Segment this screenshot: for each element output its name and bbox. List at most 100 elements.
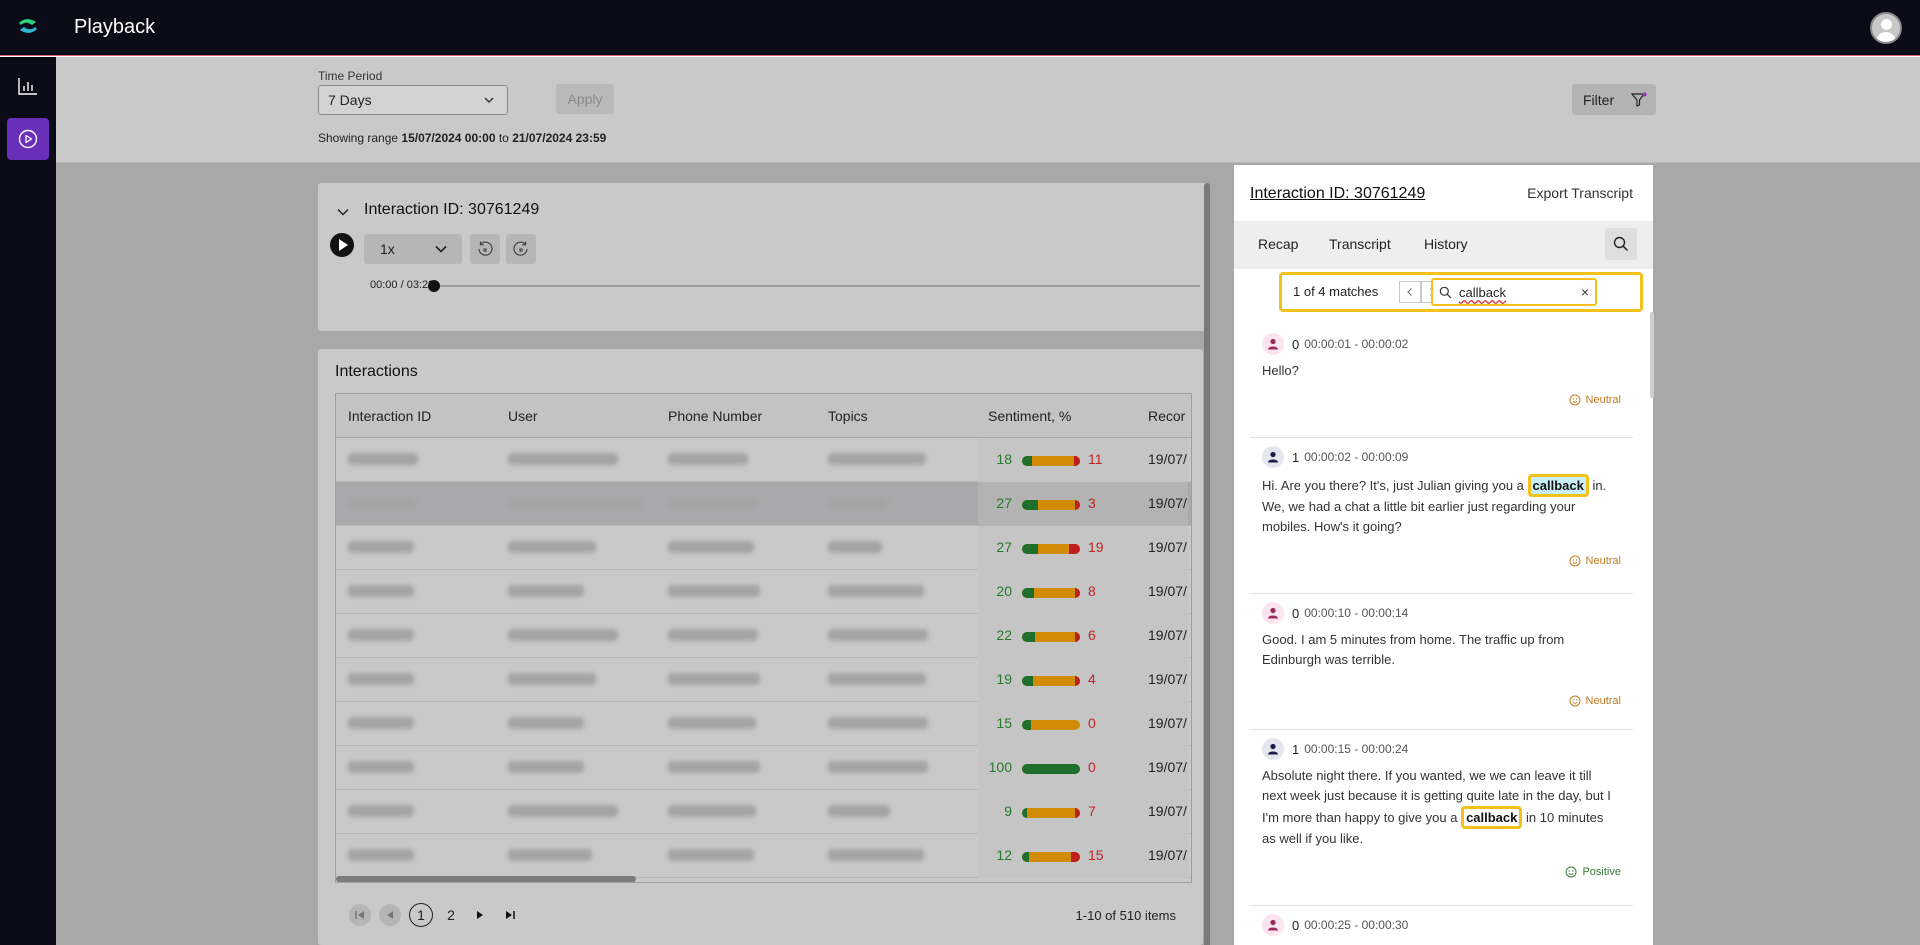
- sentiment-label: Positive: [1582, 866, 1621, 878]
- tab-history[interactable]: History: [1424, 236, 1468, 252]
- phone-number-cell: [668, 541, 754, 553]
- negative-sentiment-value: 0: [1088, 759, 1096, 775]
- topics-cell: [828, 541, 882, 553]
- turn-header: 0 00:00:10 - 00:00:14: [1262, 602, 1408, 624]
- sentiment-bar: [1022, 632, 1080, 642]
- apply-button[interactable]: Apply: [556, 84, 614, 114]
- progress-thumb[interactable]: [428, 280, 440, 292]
- table-row[interactable]: 12 15 19/07/: [336, 834, 1191, 878]
- table-row[interactable]: 19 4 19/07/: [336, 658, 1191, 702]
- clear-search-icon[interactable]: ×: [1581, 284, 1589, 300]
- prev-page-button[interactable]: [379, 904, 401, 926]
- phone-number-cell: [668, 717, 756, 729]
- col-sentiment[interactable]: Sentiment, %: [988, 408, 1071, 424]
- turn-header: 0 00:00:25 - 00:00:30: [1262, 914, 1408, 936]
- table-row[interactable]: 20 8 19/07/: [336, 570, 1191, 614]
- col-user[interactable]: User: [508, 408, 538, 424]
- negative-sentiment-value: 6: [1088, 627, 1096, 643]
- col-topics[interactable]: Topics: [828, 408, 868, 424]
- phone-number-cell: [668, 673, 760, 685]
- chevron-down-icon: [435, 245, 447, 253]
- play-button[interactable]: [330, 233, 354, 257]
- phone-number-cell: [668, 497, 758, 509]
- phone-number-cell: [668, 585, 760, 597]
- transcript-scrollbar[interactable]: [1650, 312, 1654, 398]
- panel-tabs: Recap Transcript History: [1234, 221, 1653, 269]
- first-page-button[interactable]: [349, 904, 371, 926]
- transcript-search-button[interactable]: [1605, 228, 1637, 260]
- table-horizontal-scrollbar[interactable]: [336, 876, 636, 882]
- interactions-title: Interactions: [335, 363, 418, 380]
- next-page-button[interactable]: [469, 904, 491, 926]
- interaction-id-cell: [348, 805, 414, 817]
- last-page-icon: [506, 911, 515, 919]
- topics-cell: [828, 453, 926, 465]
- negative-sentiment-value: 15: [1088, 847, 1104, 863]
- prev-match-button[interactable]: [1399, 281, 1421, 303]
- user-cell: [508, 453, 618, 465]
- progress-track[interactable]: [432, 285, 1200, 287]
- negative-sentiment-value: 11: [1088, 451, 1103, 467]
- positive-sentiment-value: 27: [996, 495, 1012, 511]
- export-transcript-button[interactable]: Export Transcript: [1527, 185, 1633, 201]
- filter-button[interactable]: Filter: [1572, 84, 1656, 115]
- turn-header: 1 00:00:15 - 00:00:24: [1262, 738, 1408, 760]
- positive-bar-segment: [1022, 632, 1035, 642]
- table-row[interactable]: 100 0 19/07/: [336, 746, 1191, 790]
- page-2-button[interactable]: 2: [439, 903, 463, 927]
- forward-button[interactable]: [506, 234, 536, 264]
- tab-recap[interactable]: Recap: [1258, 236, 1298, 252]
- turn-sentiment: Neutral: [1569, 394, 1621, 406]
- search-match-highlight[interactable]: callback: [1461, 806, 1523, 829]
- top-bar: Playback: [0, 0, 1920, 56]
- positive-bar-segment: [1022, 544, 1038, 554]
- turn-timestamp[interactable]: 00:00:10 - 00:00:14: [1304, 606, 1408, 620]
- user-cell: [508, 629, 618, 641]
- tab-transcript[interactable]: Transcript: [1329, 236, 1391, 252]
- range-end: 21/07/2024 23:59: [512, 131, 607, 145]
- sentiment-label: Neutral: [1585, 394, 1621, 406]
- speed-select[interactable]: 1x: [364, 234, 462, 264]
- time-period-select[interactable]: 7 Days: [318, 85, 508, 115]
- positive-sentiment-value: 100: [988, 759, 1012, 775]
- table-row[interactable]: 18 11 19/07/: [336, 438, 1191, 482]
- transcript-panel: Interaction ID: 30761249 Export Transcri…: [1234, 165, 1653, 945]
- table-row[interactable]: 27 3 19/07/: [336, 482, 1191, 526]
- chevron-down-icon: [484, 97, 494, 103]
- turn-timestamp[interactable]: 00:00:25 - 00:00:30: [1304, 918, 1408, 932]
- positive-sentiment-value: 15: [996, 715, 1012, 731]
- turn-timestamp[interactable]: 00:00:15 - 00:00:24: [1304, 742, 1408, 756]
- user-avatar[interactable]: [1870, 12, 1902, 44]
- collapse-chevron-icon[interactable]: [336, 205, 350, 219]
- turn-timestamp[interactable]: 00:00:01 - 00:00:02: [1304, 337, 1408, 351]
- nav-playback[interactable]: [7, 118, 49, 160]
- app-logo-icon[interactable]: [16, 16, 40, 36]
- transcript-search-input[interactable]: callback ×: [1431, 278, 1597, 306]
- turn-text: Hello?: [1262, 361, 1612, 381]
- negative-bar-segment: [1071, 852, 1080, 862]
- content-scrollbar[interactable]: [1204, 183, 1210, 945]
- table-row[interactable]: 27 19 19/07/: [336, 526, 1191, 570]
- panel-title[interactable]: Interaction ID: 30761249: [1250, 185, 1425, 203]
- transcript-turn: 1 00:00:02 - 00:00:09 Hi. Are you there? I…: [1250, 438, 1633, 594]
- rewind-button[interactable]: [470, 234, 500, 264]
- table-row[interactable]: 15 0 19/07/: [336, 702, 1191, 746]
- interactions-table: Interaction ID User Phone Number Topics …: [335, 393, 1192, 883]
- turn-timestamp[interactable]: 00:00:02 - 00:00:09: [1304, 450, 1408, 464]
- positive-bar-segment: [1022, 808, 1028, 818]
- col-interaction-id[interactable]: Interaction ID: [348, 408, 431, 424]
- forward-15-icon: [513, 241, 528, 256]
- last-page-button[interactable]: [499, 904, 521, 926]
- first-page-icon: [355, 911, 364, 919]
- filter-icon: [1631, 92, 1647, 107]
- page-1-button[interactable]: 1: [409, 903, 433, 927]
- negative-bar-segment: [1075, 588, 1080, 598]
- recorded-date-cell: 19/07/: [1148, 715, 1187, 731]
- table-row[interactable]: 22 6 19/07/: [336, 614, 1191, 658]
- col-recorded[interactable]: Recor: [1148, 408, 1185, 424]
- turn-header: 1 00:00:02 - 00:00:09: [1262, 446, 1408, 468]
- table-row[interactable]: 9 7 19/07/: [336, 790, 1191, 834]
- search-match-highlight[interactable]: callback: [1527, 474, 1589, 497]
- col-phone-number[interactable]: Phone Number: [668, 408, 762, 424]
- nav-analytics[interactable]: [7, 65, 49, 107]
